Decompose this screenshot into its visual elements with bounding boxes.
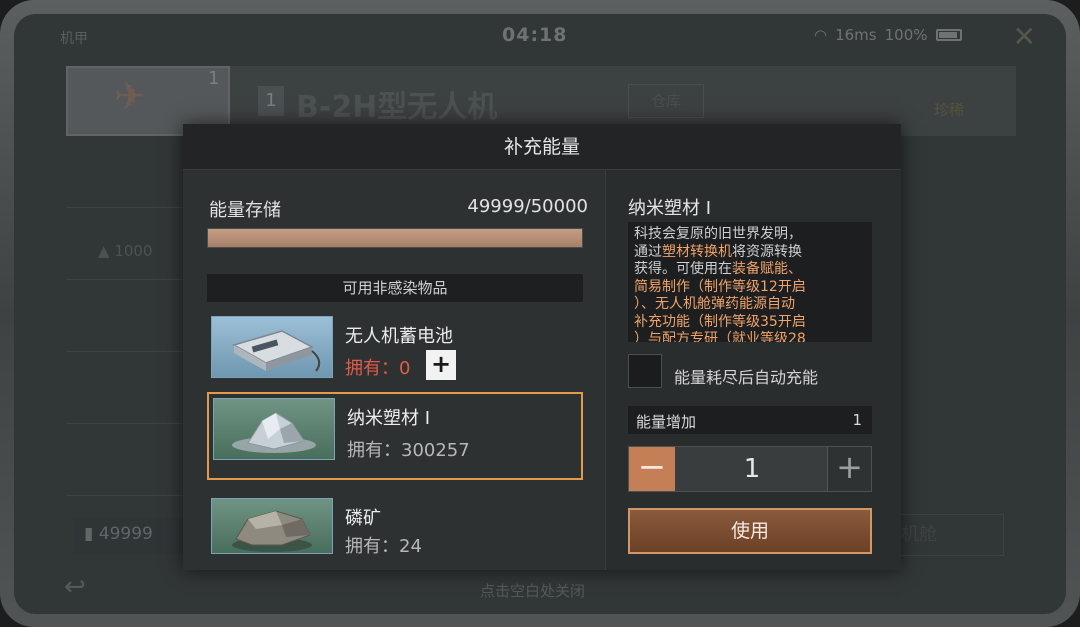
item-card-nano-plastic[interactable]: 纳米塑材 I 拥有：300257 xyxy=(207,392,583,480)
desc-text: 通过 xyxy=(634,243,662,260)
item-owned-value: 0 xyxy=(399,358,411,379)
desc-line: 简易制作（制作等级12开启 xyxy=(634,278,806,295)
desc-line: 获得。可使用在装备赋能、 xyxy=(634,261,866,279)
nano-plastic-icon xyxy=(213,398,335,460)
energy-increase-row: 能量增加 1 xyxy=(628,406,872,434)
item-owned-label: 拥有： xyxy=(345,358,399,379)
energy-storage-fill xyxy=(208,229,582,247)
desc-line: 通过塑材转换机将资源转换 xyxy=(634,244,866,262)
auto-charge-label: 能量耗尽后自动充能 xyxy=(674,368,819,387)
item-owned-label: 拥有： xyxy=(345,536,399,557)
item-list-pane: 能量存储 49999/50000 可用非感染物品 无人机蓄电池 拥有：0 + 纳… xyxy=(183,170,604,570)
item-owned-count: 拥有：0 xyxy=(345,354,410,380)
increase-button[interactable]: + xyxy=(827,447,871,491)
recharge-energy-dialog: 补充能量 能量存储 49999/50000 可用非感染物品 无人机蓄电池 拥有：… xyxy=(183,124,901,570)
item-owned-count: 拥有：24 xyxy=(345,532,422,558)
energy-storage-bar xyxy=(207,228,583,248)
quantity-stepper: − 1 + xyxy=(628,446,872,492)
detail-description[interactable]: 科技会复原的旧世界发明， 通过塑材转换机将资源转换 获得。可使用在装备赋能、 简… xyxy=(628,222,872,342)
desc-highlight: 装备赋能、 xyxy=(732,261,802,277)
item-owned-count: 拥有：300257 xyxy=(347,436,470,462)
desc-line: ）与配方专研（就业等级28 xyxy=(634,331,806,342)
item-card-phosphate-ore[interactable]: 磷矿 拥有：24 xyxy=(207,494,583,570)
desc-text: 获得。可使用在 xyxy=(634,261,732,277)
add-item-button[interactable]: + xyxy=(426,350,456,380)
quantity-value[interactable]: 1 xyxy=(675,447,829,491)
device-frame: 机甲 04:18 ◠ 16ms 100% ✕ ✈ 1 1 B-2H型无人机 仓库… xyxy=(0,0,1080,627)
dialog-title: 补充能量 xyxy=(183,124,901,170)
energy-storage-label: 能量存储 xyxy=(209,200,281,221)
desc-highlight: 塑材转换机 xyxy=(662,243,732,260)
decrease-button[interactable]: − xyxy=(629,447,675,491)
item-name: 纳米塑材 I xyxy=(347,408,431,429)
item-card-drone-battery[interactable]: 无人机蓄电池 拥有：0 + xyxy=(207,312,583,400)
energy-increase-label: 能量增加 xyxy=(636,413,697,431)
energy-storage-value: 49999/50000 xyxy=(467,196,588,217)
item-name: 磷矿 xyxy=(345,508,381,529)
item-owned-value: 300257 xyxy=(401,440,470,461)
phosphate-ore-icon xyxy=(211,498,333,554)
detail-item-title: 纳米塑材 I xyxy=(628,198,712,219)
available-items-header: 可用非感染物品 xyxy=(207,274,583,302)
desc-line: 补充功能（制作等级35开启 xyxy=(634,313,806,330)
energy-increase-value: 1 xyxy=(852,411,862,429)
use-button[interactable]: 使用 xyxy=(628,508,872,554)
game-screen: 机甲 04:18 ◠ 16ms 100% ✕ ✈ 1 1 B-2H型无人机 仓库… xyxy=(14,14,1066,614)
item-name: 无人机蓄电池 xyxy=(345,326,453,347)
auto-charge-checkbox[interactable] xyxy=(628,354,662,388)
item-owned-value: 24 xyxy=(399,536,422,557)
battery-device-icon xyxy=(211,316,333,378)
desc-text: 将资源转换 xyxy=(732,243,802,260)
item-owned-label: 拥有： xyxy=(347,440,401,461)
desc-line: ）、无人机舱弹药能源自动 xyxy=(634,296,795,312)
item-detail-pane: 纳米塑材 I 科技会复原的旧世界发明， 通过塑材转换机将资源转换 获得。可使用在… xyxy=(605,170,901,570)
desc-line: 科技会复原的旧世界发明， xyxy=(634,226,802,242)
